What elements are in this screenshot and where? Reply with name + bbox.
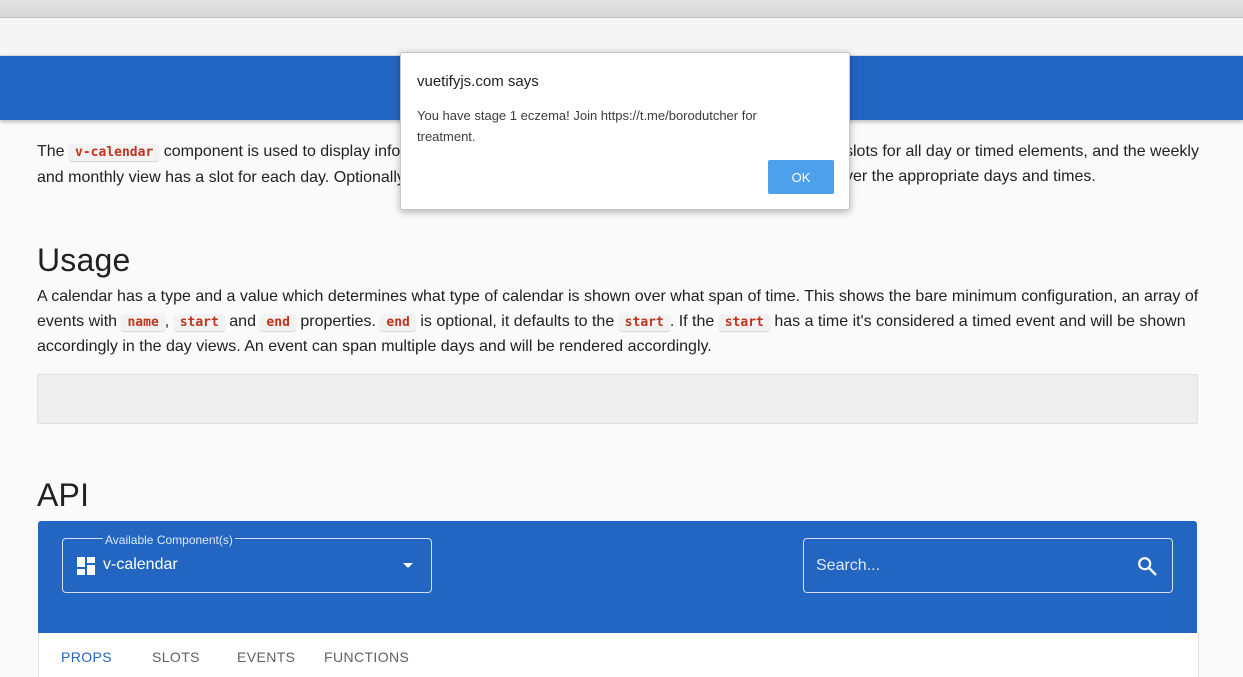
intro-line-2-left: and monthly view has a slot for each day…: [37, 168, 405, 186]
usage-paragraph: A calendar has a type and a value which …: [37, 285, 1207, 360]
intro-text: The: [37, 143, 70, 160]
example-placeholder: [37, 374, 1198, 424]
code-name: name: [121, 313, 165, 331]
api-toolbar: Available Component(s) v-calendar: [38, 521, 1197, 633]
usage-text: properties.: [295, 312, 381, 330]
code-start: start: [618, 313, 670, 331]
usage-text: ,: [164, 312, 174, 330]
code-end: end: [380, 313, 416, 331]
intro-line-1-left: The v-calendar component is used to disp…: [37, 140, 407, 166]
search-field[interactable]: [803, 538, 1173, 593]
dialog-title: vuetifyjs.com says: [417, 73, 539, 90]
component-select-label: Available Component(s): [103, 533, 235, 547]
code-start: start: [718, 313, 770, 331]
tab-functions[interactable]: FUNCTIONS: [324, 649, 409, 665]
alert-dialog: vuetifyjs.com says You have stage 1 ecze…: [400, 52, 850, 210]
component-select-value: v-calendar: [103, 556, 178, 573]
tab-slots[interactable]: SLOTS: [152, 649, 200, 665]
page-toolbar: [0, 18, 1243, 56]
view-dashboard-icon: [77, 557, 95, 575]
code-end: end: [260, 313, 296, 331]
code-v-calendar: v-calendar: [69, 144, 160, 161]
intro-line-2-right: ver the appropriate days and times.: [845, 167, 1096, 185]
api-heading: API: [37, 477, 90, 513]
tab-props[interactable]: PROPS: [61, 649, 112, 665]
ok-button[interactable]: OK: [768, 160, 834, 194]
usage-text: and: [224, 312, 261, 330]
usage-text: . If the: [669, 312, 719, 330]
search-input[interactable]: [814, 551, 1118, 581]
intro-line-1-right: slots for all day or timed elements, and…: [845, 143, 1199, 160]
dialog-message: You have stage 1 eczema! Join https://t.…: [417, 108, 757, 144]
usage-text: is optional, it defaults to the: [415, 312, 619, 330]
code-start: start: [173, 313, 225, 331]
browser-chrome-strip: [0, 0, 1243, 18]
api-tabs: PROPS SLOTS EVENTS FUNCTIONS: [38, 633, 1199, 677]
usage-heading: Usage: [37, 242, 131, 278]
component-select[interactable]: Available Component(s) v-calendar: [62, 533, 432, 593]
search-icon[interactable]: [1136, 555, 1158, 577]
tab-events[interactable]: EVENTS: [237, 649, 295, 665]
intro-text: component is used to display info: [159, 143, 401, 160]
chevron-down-icon[interactable]: [403, 563, 413, 568]
